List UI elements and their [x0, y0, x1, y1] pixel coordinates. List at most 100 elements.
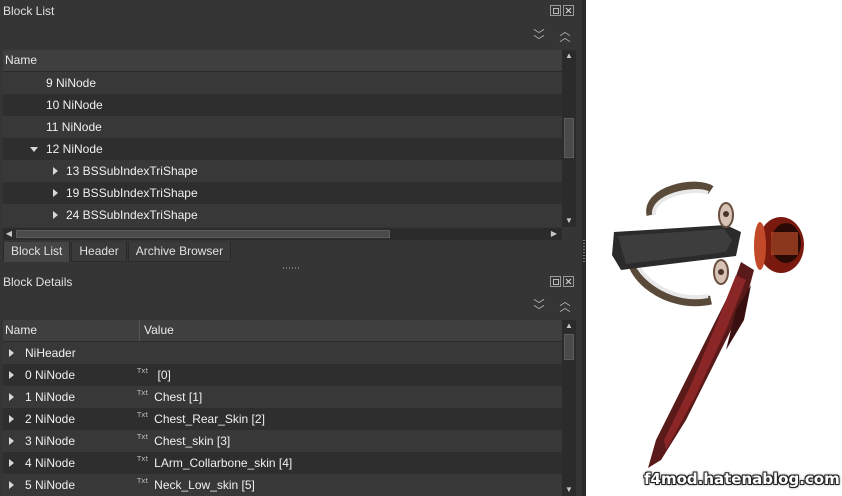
block-list-tree[interactable]: Name 9 NiNode 10 NiNode 11 NiNode 12 NiNode…	[3, 50, 562, 227]
block-details-row-value[interactable]: Txt [0]	[137, 364, 171, 386]
collapsed-arrow-icon[interactable]	[53, 189, 58, 197]
block-details-row[interactable]: 4 NiNode Txt LArm_Collarbone_skin [4]	[3, 452, 562, 474]
block-details-row[interactable]: NiHeader	[3, 342, 562, 364]
collapsed-arrow-icon[interactable]	[9, 393, 14, 401]
block-details-tree[interactable]: Name Value NiHeader 0 NiNode Txt [0] 1 NiNo…	[3, 320, 562, 496]
block-list-row-label: 19 BSSubIndexTriShape	[66, 186, 198, 200]
text-type-icon: Txt	[137, 367, 149, 375]
block-details-row-value-text: Chest_Rear_Skin [2]	[154, 412, 265, 426]
block-details-row-value[interactable]: Txt LArm_Collarbone_skin [4]	[137, 452, 292, 474]
block-list-hscrollbar[interactable]: ◀ ▶	[3, 228, 562, 240]
close-icon[interactable]	[563, 276, 574, 287]
chevrons-up-icon[interactable]: ︿ ︿	[558, 27, 572, 44]
block-details-row-name: 4 NiNode	[25, 456, 76, 470]
block-details-row-name: 5 NiNode	[25, 478, 76, 492]
block-details-row-value-text: Chest_skin [3]	[154, 434, 231, 448]
column-value-header[interactable]: Value	[139, 320, 174, 341]
tab-header[interactable]: Header	[71, 242, 127, 262]
block-details-row-value-text: Neck_Low_skin [5]	[154, 478, 255, 492]
block-details-row-value[interactable]: Txt Chest_Rear_Skin [2]	[137, 408, 265, 430]
block-details-row-value[interactable]: Txt Chest [1]	[137, 386, 202, 408]
watermark-text: f4mod.hatenablog.com	[644, 470, 840, 488]
text-type-icon: Txt	[137, 411, 149, 419]
block-list-row-label: 11 NiNode	[46, 120, 102, 134]
chevrons-up-icon[interactable]: ︿ ︿	[558, 297, 572, 314]
block-details-row[interactable]: 0 NiNode Txt [0]	[3, 364, 562, 386]
block-details-row[interactable]: 2 NiNode Txt Chest_Rear_Skin [2]	[3, 408, 562, 430]
tab-archive-browser[interactable]: Archive Browser	[127, 242, 232, 262]
expanded-arrow-icon[interactable]	[30, 147, 38, 152]
block-list-vscroll-thumb[interactable]	[564, 118, 574, 158]
block-list-row[interactable]: 19 BSSubIndexTriShape	[3, 182, 562, 204]
column-name-header[interactable]: Name	[5, 50, 37, 71]
block-list-rows: 9 NiNode 10 NiNode 11 NiNode 12 NiNode 13 BS…	[3, 72, 562, 226]
block-list-row-label: 13 BSSubIndexTriShape	[66, 164, 198, 178]
chevrons-down-icon[interactable]: ﹀ ﹀	[532, 300, 546, 317]
block-details-row-value[interactable]: Txt Chest_skin [3]	[137, 430, 230, 452]
horizontal-splitter[interactable]	[0, 264, 582, 272]
scroll-down-icon[interactable]: ▼	[562, 215, 576, 227]
block-details-row-name: 2 NiNode	[25, 412, 76, 426]
collapsed-arrow-icon[interactable]	[9, 437, 14, 445]
close-icon[interactable]	[563, 5, 574, 16]
block-list-row[interactable]: 10 NiNode	[3, 94, 562, 116]
block-list-row-label: 12 NiNode	[46, 142, 103, 156]
block-list-row-label: 24 BSSubIndexTriShape	[66, 208, 198, 222]
block-details-header[interactable]: Name Value	[3, 320, 562, 342]
scroll-up-icon[interactable]: ▲	[562, 320, 576, 332]
block-details-row-name: NiHeader	[25, 346, 76, 360]
scroll-right-icon[interactable]: ▶	[548, 228, 560, 240]
text-type-icon: Txt	[137, 477, 149, 485]
block-list-row[interactable]: 12 NiNode	[3, 138, 562, 160]
collapsed-arrow-icon[interactable]	[9, 349, 14, 357]
block-details-row-name: 3 NiNode	[25, 434, 76, 448]
mesh-render	[612, 181, 804, 468]
chevrons-down-icon[interactable]: ﹀ ﹀	[532, 30, 546, 47]
block-details-row-name: 0 NiNode	[25, 368, 76, 382]
block-details-row-value-text: LArm_Collarbone_skin [4]	[154, 456, 293, 470]
scroll-down-icon[interactable]: ▼	[562, 484, 576, 496]
collapsed-arrow-icon[interactable]	[9, 371, 14, 379]
block-list-dock-title: Block List	[0, 1, 582, 21]
block-details-row-value-text: Chest [1]	[154, 390, 203, 404]
block-list-hscroll-thumb[interactable]	[16, 230, 390, 238]
block-details-row-value[interactable]: Txt Neck_Low_skin [5]	[137, 474, 255, 496]
block-details-vscrollbar[interactable]: ▲ ▼	[562, 320, 576, 496]
block-details-row[interactable]: 3 NiNode Txt Chest_skin [3]	[3, 430, 562, 452]
block-details-row-value-text: [0]	[154, 368, 171, 382]
block-details-title: Block Details	[3, 275, 73, 289]
block-list-vscrollbar[interactable]: ▲ ▼	[562, 50, 576, 227]
column-name-header[interactable]: Name	[5, 320, 37, 341]
block-list-row[interactable]: 9 NiNode	[3, 72, 562, 94]
render-viewport[interactable]: f4mod.hatenablog.com	[586, 0, 842, 496]
block-details-vscroll-thumb[interactable]	[564, 334, 574, 360]
collapsed-arrow-icon[interactable]	[9, 415, 14, 423]
text-type-icon: Txt	[137, 389, 149, 397]
block-list-row-label: 10 NiNode	[46, 98, 103, 112]
block-list-toolbar: ﹀ ﹀ ︿ ︿	[0, 24, 582, 50]
block-list-header[interactable]: Name	[3, 50, 562, 72]
collapsed-arrow-icon[interactable]	[9, 481, 14, 489]
text-type-icon: Txt	[137, 433, 149, 441]
dock-tab-bar: Block List Header Archive Browser	[3, 242, 232, 262]
collapsed-arrow-icon[interactable]	[53, 167, 58, 175]
block-list-row[interactable]: 13 BSSubIndexTriShape	[3, 160, 562, 182]
scroll-up-icon[interactable]: ▲	[562, 50, 576, 62]
scroll-left-icon[interactable]: ◀	[3, 228, 15, 240]
tab-block-list[interactable]: Block List	[3, 242, 71, 262]
collapsed-arrow-icon[interactable]	[9, 459, 14, 467]
block-details-dock-title: Block Details	[0, 272, 582, 292]
text-type-icon: Txt	[137, 455, 149, 463]
block-list-row-label: 9 NiNode	[46, 76, 97, 90]
left-dock-area: Block List ﹀ ﹀ ︿ ︿ Name 9 NiNode 10 NiNode 1…	[0, 0, 585, 496]
block-list-row[interactable]: 11 NiNode	[3, 116, 562, 138]
block-details-toolbar: ﹀ ﹀ ︿ ︿	[0, 294, 582, 320]
block-details-rows: NiHeader 0 NiNode Txt [0] 1 NiNode Txt Chest …	[3, 342, 562, 496]
float-icon[interactable]	[550, 276, 561, 287]
collapsed-arrow-icon[interactable]	[53, 211, 58, 219]
block-list-row[interactable]: 24 BSSubIndexTriShape	[3, 204, 562, 226]
float-icon[interactable]	[550, 5, 561, 16]
block-details-row[interactable]: 1 NiNode Txt Chest [1]	[3, 386, 562, 408]
block-details-row[interactable]: 5 NiNode Txt Neck_Low_skin [5]	[3, 474, 562, 496]
block-details-row-name: 1 NiNode	[25, 390, 76, 404]
